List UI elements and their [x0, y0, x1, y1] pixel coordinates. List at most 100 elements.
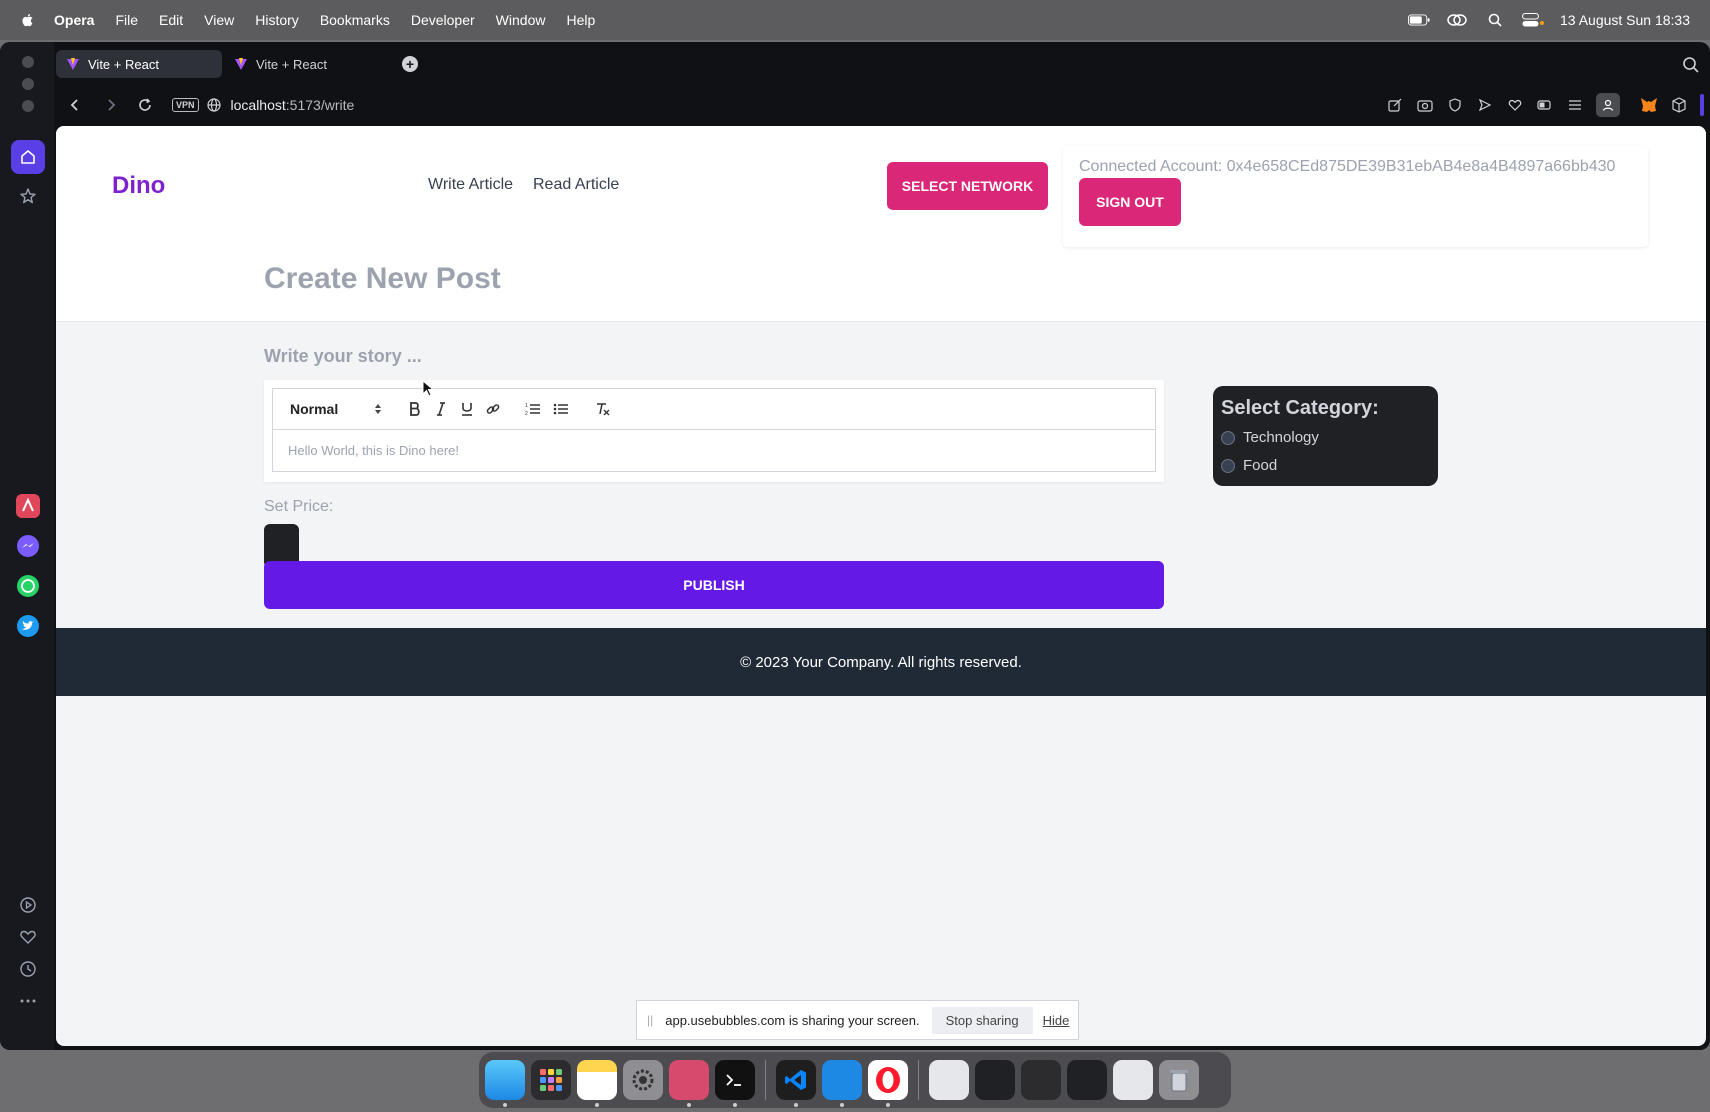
nav-write-article[interactable]: Write Article	[428, 176, 513, 194]
battery-icon[interactable]	[1408, 12, 1430, 28]
shield-check-icon[interactable]	[1446, 96, 1464, 114]
tab-search-icon[interactable]	[1682, 56, 1700, 74]
reload-icon[interactable]	[136, 96, 154, 114]
trash-icon[interactable]	[1159, 1060, 1199, 1100]
menu-file[interactable]: File	[115, 12, 138, 28]
bold-icon[interactable]	[406, 400, 424, 418]
sidebar-player-button[interactable]	[11, 888, 45, 922]
sidebar-speed-dial-button[interactable]	[11, 179, 45, 213]
underline-icon[interactable]	[458, 400, 476, 418]
ordered-list-icon[interactable]: 12	[524, 400, 542, 418]
more-dots-icon	[20, 999, 36, 1003]
sidebar-twitter-button[interactable]	[11, 609, 45, 643]
nav-read-article[interactable]: Read Article	[533, 176, 619, 194]
sidebar-more-button[interactable]	[11, 984, 45, 1018]
link-icon[interactable]	[484, 400, 502, 418]
sign-out-button[interactable]: SIGN OUT	[1079, 178, 1181, 226]
terminal-icon[interactable]	[715, 1060, 755, 1107]
sidebar-messenger-button[interactable]	[11, 529, 45, 563]
forward-arrow-icon[interactable]	[102, 96, 120, 114]
menu-history[interactable]: History	[255, 12, 299, 28]
page-viewport: Dino Write Article Read Article SELECT N…	[56, 126, 1706, 1046]
launchpad-icon[interactable]	[531, 1060, 571, 1100]
menu-help[interactable]: Help	[566, 12, 595, 28]
notes-icon[interactable]	[577, 1060, 617, 1107]
aria-app-icon[interactable]	[669, 1060, 709, 1107]
browser-window: Vite + React Vite + React + VPN localhos…	[0, 42, 1710, 1050]
tab-label: Vite + React	[88, 56, 159, 72]
sidebar-history-button[interactable]	[11, 952, 45, 986]
radio-food[interactable]	[1221, 458, 1235, 473]
select-network-button[interactable]: SELECT NETWORK	[887, 162, 1048, 210]
menu-bookmarks[interactable]: Bookmarks	[320, 12, 390, 28]
menu-app-name[interactable]: Opera	[54, 12, 94, 28]
window-thumbnail-icon[interactable]	[975, 1060, 1015, 1100]
screen-mirroring-icon[interactable]	[1446, 12, 1468, 28]
tab-bar: Vite + React Vite + React +	[54, 42, 1710, 86]
control-center-icon[interactable]	[1522, 12, 1544, 28]
stop-sharing-button[interactable]: Stop sharing	[931, 1006, 1033, 1034]
send-icon[interactable]	[1476, 96, 1494, 114]
screen-share-bar: || app.usebubbles.com is sharing your sc…	[636, 1000, 1079, 1040]
keynote-icon[interactable]	[822, 1060, 862, 1107]
battery-saver-icon[interactable]	[1536, 96, 1554, 114]
format-select[interactable]: Normal	[290, 401, 382, 417]
radio-technology[interactable]	[1221, 430, 1235, 445]
url-field[interactable]: localhost:5173/write	[231, 97, 355, 113]
window-close-button[interactable]	[22, 56, 34, 68]
menu-window[interactable]: Window	[496, 12, 546, 28]
easy-setup-icon[interactable]	[1566, 96, 1584, 114]
bullet-list-icon[interactable]	[552, 400, 570, 418]
menu-view[interactable]: View	[204, 12, 234, 28]
sidebar-aria-button[interactable]	[11, 489, 45, 523]
camera-icon[interactable]	[1416, 96, 1434, 114]
terminal-thumbnail-icon[interactable]	[1067, 1060, 1107, 1100]
menu-clock[interactable]: 13 August Sun 18:33	[1560, 12, 1690, 28]
connected-account-text: Connected Account: 0x4e658CEd875DE39B31e…	[1079, 158, 1616, 175]
opera-icon[interactable]	[868, 1060, 908, 1107]
window-zoom-button[interactable]	[22, 100, 34, 112]
apple-icon[interactable]	[20, 12, 36, 28]
window-minimize-button[interactable]	[22, 78, 34, 90]
url-path: :5173/write	[285, 97, 355, 113]
hide-share-bar-link[interactable]: Hide	[1043, 1013, 1070, 1028]
profile-icon[interactable]	[1596, 93, 1620, 117]
play-circle-icon	[20, 897, 36, 913]
editor-content-area[interactable]: Hello World, this is Dino here!	[272, 430, 1156, 472]
clear-formatting-icon[interactable]	[594, 400, 612, 418]
sidebar-favorites-button[interactable]	[11, 920, 45, 954]
category-option-food[interactable]: Food	[1221, 457, 1277, 474]
new-tab-plus-icon[interactable]: +	[402, 56, 418, 72]
account-card: Connected Account: 0x4e658CEd875DE39B31e…	[1063, 146, 1648, 247]
publish-button[interactable]: PUBLISH	[264, 561, 1164, 609]
system-settings-icon[interactable]	[623, 1060, 663, 1100]
vscode-icon[interactable]	[776, 1060, 816, 1107]
vpn-badge[interactable]: VPN	[172, 98, 199, 112]
spotlight-search-icon[interactable]	[1484, 12, 1506, 28]
sidebar-whatsapp-button[interactable]	[11, 569, 45, 603]
site-logo[interactable]: Dino	[112, 172, 165, 200]
heart-icon[interactable]	[1506, 96, 1524, 114]
metamask-extension-icon[interactable]	[1640, 96, 1658, 114]
keyboard-thumbnail-icon[interactable]	[1021, 1060, 1061, 1100]
back-arrow-icon[interactable]	[66, 96, 84, 114]
document-thumbnail-icon[interactable]	[929, 1060, 969, 1100]
address-bar: VPN localhost:5173/write	[54, 86, 1710, 124]
sidebar-home-button[interactable]	[11, 140, 45, 174]
tab-vite-react[interactable]: Vite + React	[224, 50, 390, 78]
tab-vite-react-active[interactable]: Vite + React	[56, 50, 222, 78]
menu-developer[interactable]: Developer	[411, 12, 475, 28]
star-icon	[20, 188, 36, 204]
extensions-cube-icon[interactable]	[1670, 96, 1688, 114]
italic-icon[interactable]	[432, 400, 450, 418]
share-edit-icon[interactable]	[1386, 96, 1404, 114]
menu-edit[interactable]: Edit	[159, 12, 183, 28]
drag-handle-icon[interactable]: ||	[647, 1013, 653, 1027]
tab-label: Vite + React	[256, 56, 327, 72]
finder-icon[interactable]	[485, 1060, 525, 1107]
page-title: Create New Post	[264, 262, 501, 295]
category-option-label: Food	[1243, 457, 1278, 474]
whatsapp-icon	[17, 575, 39, 597]
file-thumbnail-icon[interactable]	[1113, 1060, 1153, 1100]
category-option-technology[interactable]: Technology	[1221, 429, 1319, 446]
